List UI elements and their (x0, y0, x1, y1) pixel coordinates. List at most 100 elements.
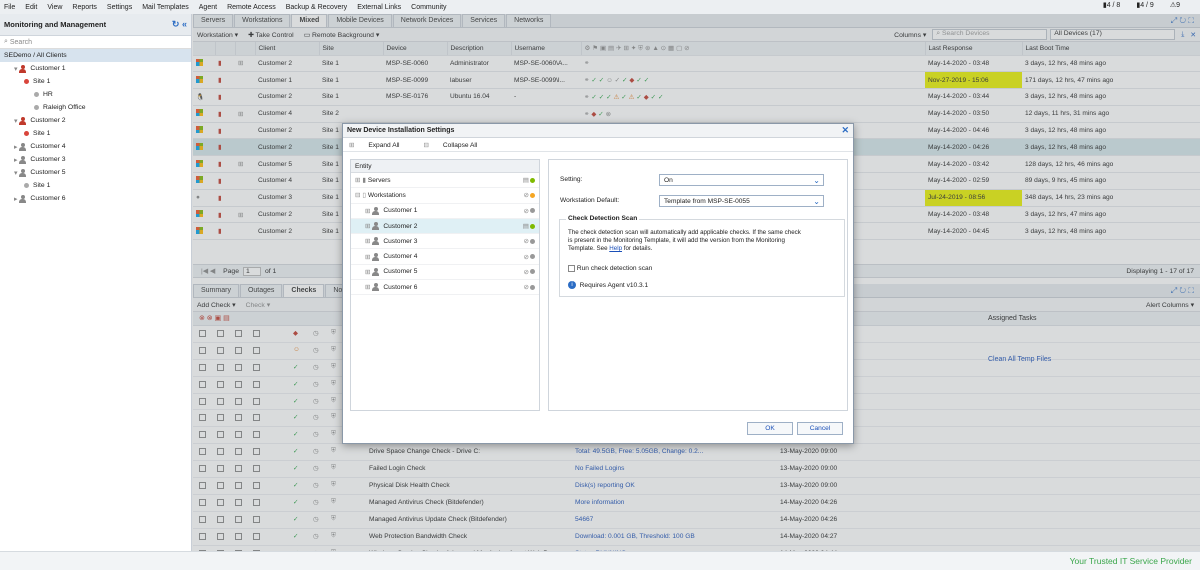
tree-item[interactable]: ▸ Customer 3 (0, 153, 191, 166)
entity-row[interactable]: ⊞ Customer 6 ⊘ (351, 280, 539, 296)
customer-icon (372, 267, 380, 276)
cancel-button[interactable]: Cancel (797, 422, 843, 435)
expand-icon: ⊞ (349, 141, 357, 149)
close-icon[interactable]: ✕ (841, 125, 849, 136)
menu-item-external-links[interactable]: External Links (357, 4, 401, 11)
run-scan-checkbox-row[interactable]: Run check detection scan (568, 265, 652, 272)
status-dot-icon (530, 238, 535, 244)
menu-item-backup-recovery[interactable]: Backup & Recovery (286, 4, 347, 11)
expand-arrow-icon: ▸ (14, 143, 18, 151)
tree-item[interactable]: ▸ Customer 4 (0, 140, 191, 153)
entity-row[interactable]: ⊞ Customer 4 ⊘ (351, 249, 539, 265)
expand-arrow-icon: ▸ (14, 156, 18, 164)
status-dot-icon (24, 131, 29, 136)
status-dot-icon (34, 105, 39, 110)
settings-pane: Setting: On ⌄ Workstation Default: Templa… (548, 159, 848, 411)
scan-description: The check detection scan will automatica… (568, 229, 801, 252)
tree-item[interactable]: Site 1 (0, 75, 191, 88)
dialog-toolbar: ⊞ Expand All ⊟ Collapse All (343, 138, 853, 152)
expand-icon: ⊞ (365, 207, 371, 215)
disabled-icon: ⊘ (523, 253, 529, 261)
collapse-icon[interactable]: « (182, 19, 187, 29)
dialog-title: New Device Installation Settings (347, 127, 455, 134)
expand-all-button[interactable]: ⊞ Expand All (349, 141, 412, 149)
menu-item-agent[interactable]: Agent (199, 4, 217, 11)
expand-arrow-icon: ▾ (14, 117, 18, 125)
menu-item-reports[interactable]: Reports (72, 4, 97, 11)
template-icon: ▤ (522, 177, 529, 185)
menu-bar: File Edit View Reports Settings Mail Template… (0, 0, 1200, 14)
tree-item[interactable]: Site 1 (0, 179, 191, 192)
tree-item[interactable]: ▾ Customer 2 (0, 114, 191, 127)
menu-item-mail-templates[interactable]: Mail Templates (142, 4, 189, 11)
tree-item[interactable]: ▸ Customer 6 (0, 192, 191, 205)
customer-icon (372, 252, 380, 261)
chevron-down-icon: ⌄ (813, 176, 820, 185)
panel-title: Monitoring and Management (4, 20, 107, 29)
expand-arrow-icon: ▾ (14, 65, 18, 73)
disabled-icon: ⊘ (523, 207, 529, 215)
setting-select[interactable]: On ⌄ (659, 174, 824, 186)
entity-row[interactable]: ⊞ Customer 2 ▤ (351, 218, 539, 235)
customer-icon (372, 283, 380, 292)
server-icon: ▮ (362, 177, 367, 185)
refresh-icon[interactable]: ↻ (172, 19, 180, 29)
run-scan-checkbox[interactable] (568, 265, 575, 272)
disabled-icon: ⊘ (523, 268, 529, 276)
menu-item-edit[interactable]: Edit (25, 4, 37, 11)
ok-button[interactable]: OK (747, 422, 793, 435)
customer-icon (372, 222, 380, 231)
collapse-all-button[interactable]: ⊟ Collapse All (424, 141, 490, 149)
new-device-installation-dialog: New Device Installation Settings ✕ ⊞ Exp… (342, 123, 854, 444)
tree-item[interactable]: ▾ Customer 5 (0, 166, 191, 179)
customer-icon (19, 64, 27, 73)
menu-item-file[interactable]: File (4, 4, 15, 11)
tree-item[interactable]: Raleigh Office (0, 101, 191, 114)
status-dot-icon (530, 269, 535, 275)
disabled-icon: ⊘ (523, 192, 529, 200)
entity-row[interactable]: ⊞ Customer 1 ⊘ (351, 204, 539, 219)
status-dot-icon (24, 183, 29, 188)
customer-icon (19, 142, 27, 151)
dialog-title-bar: New Device Installation Settings ✕ (343, 124, 853, 138)
client-tree: SEDemo / All Clients ▾ Customer 1 Site 1 HR R… (0, 49, 191, 205)
tree-item[interactable]: Site 1 (0, 127, 191, 140)
tree-search-input[interactable]: ⌕ Search (0, 36, 191, 49)
entity-row[interactable]: ⊞ Customer 5 ⊘ (351, 265, 539, 281)
customer-icon (19, 116, 27, 125)
tree-item[interactable]: SEDemo / All Clients (0, 49, 191, 62)
status-dot-icon (530, 284, 535, 290)
entity-row[interactable]: ⊟ ▯ Workstations ⊘ (351, 188, 539, 204)
entity-row[interactable]: ⊞ ▮ Servers ▤ (351, 173, 539, 189)
menu-item-remote-access[interactable]: Remote Access (227, 4, 276, 11)
alert-icon[interactable]: ▮4 / 8 (1103, 1, 1120, 9)
status-dot-icon (530, 192, 535, 198)
footer: Your Trusted IT Service Provider (0, 551, 1200, 570)
warning-icon[interactable]: ⚠9 (1170, 1, 1180, 9)
customer-icon (19, 194, 27, 203)
chevron-down-icon: ⌄ (813, 197, 820, 206)
info-icon: i (568, 281, 576, 289)
alert-icon-2[interactable]: ▮4 / 9 (1136, 1, 1153, 9)
entity-tree: Entity ⊞ ▮ Servers ▤ ⊟ ▯ Workstations ⊘ ⊞ Cu… (350, 159, 540, 411)
customer-icon (19, 168, 27, 177)
tree-item[interactable]: HR (0, 88, 191, 101)
menu-item-view[interactable]: View (47, 4, 62, 11)
disabled-icon: ⊘ (523, 238, 529, 246)
tree-item[interactable]: ▾ Customer 1 (0, 62, 191, 75)
requires-agent-note: i Requires Agent v10.3.1 (568, 281, 648, 289)
expand-icon: ⊞ (365, 253, 371, 261)
alert-counters[interactable]: ▮4 / 8 ▮4 / 9 ⚠9 (1103, 1, 1190, 9)
disabled-icon: ⊘ (523, 284, 529, 292)
entity-row[interactable]: ⊞ Customer 3 ⊘ (351, 234, 539, 250)
expand-icon: ⊞ (365, 268, 371, 276)
status-dot-icon (34, 92, 39, 97)
template-icon: ▤ (522, 223, 529, 231)
expand-icon: ⊞ (365, 284, 371, 292)
customer-icon (372, 206, 380, 215)
menu-item-community[interactable]: Community (411, 4, 446, 11)
help-link[interactable]: Help (609, 245, 622, 252)
menu-item-settings[interactable]: Settings (107, 4, 132, 11)
entity-header: Entity (351, 160, 539, 173)
workstation-default-select[interactable]: Template from MSP-SE-0055 ⌄ (659, 195, 824, 207)
